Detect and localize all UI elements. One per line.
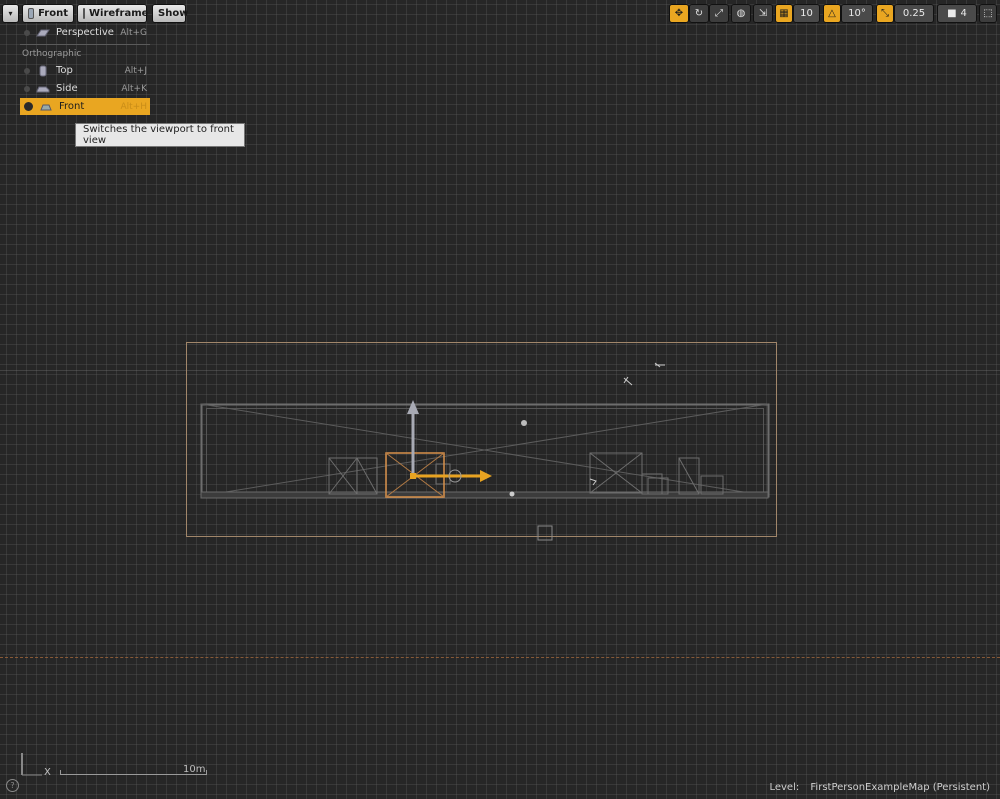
scale-tool-button[interactable]: ⤢ — [709, 4, 729, 23]
surface-snap-button[interactable]: ⇲ — [753, 4, 773, 23]
view-mode-button[interactable]: Front — [22, 4, 74, 23]
perspective-icon — [36, 28, 50, 37]
menu-section-header: Orthographic — [22, 49, 82, 59]
translate-tool-button[interactable]: ✥ — [669, 4, 689, 23]
move-icon: ✥ — [674, 8, 684, 19]
menu-item-label: Perspective — [56, 27, 114, 38]
maximize-viewport-button[interactable]: ⬚ — [979, 4, 997, 23]
chevron-down-icon: ▾ — [8, 9, 13, 18]
scale-bar-label: 10m — [183, 764, 206, 775]
scale-snap-toggle[interactable]: ⤡ — [876, 4, 894, 23]
rotation-snap-value[interactable]: 10° — [841, 4, 873, 23]
menu-item-label: Front — [59, 101, 85, 112]
scale-snap-value-text: 0.25 — [902, 8, 926, 19]
world-local-toggle[interactable]: ◍ — [731, 4, 751, 23]
grid-snap-toggle[interactable]: ▦ — [775, 4, 793, 23]
radio-dot — [24, 29, 30, 36]
radio-dot — [24, 85, 30, 92]
globe-icon: ◍ — [736, 8, 746, 19]
menu-item-top[interactable]: Top Alt+J — [20, 62, 150, 79]
menu-item-label: Top — [56, 65, 73, 76]
wireframe-icon — [83, 8, 85, 19]
rotation-snap-value-text: 10° — [848, 8, 866, 19]
menu-divider — [20, 44, 150, 45]
rotation-snap-toggle[interactable]: △ — [823, 4, 841, 23]
show-button[interactable]: Show — [152, 4, 189, 23]
camera-icon: ■ — [947, 8, 957, 19]
menu-item-shortcut: Alt+K — [121, 83, 147, 94]
help-icon[interactable]: ? — [6, 779, 19, 792]
show-label: Show — [158, 8, 189, 19]
axis-x-label: X — [44, 767, 51, 778]
camera-speed-button[interactable]: ■ 4 — [937, 4, 977, 23]
axis-indicator — [21, 753, 42, 776]
radio-dot-selected — [24, 102, 33, 111]
menu-item-perspective[interactable]: Perspective Alt+G — [20, 24, 150, 41]
level-name: FirstPersonExampleMap (Persistent) — [810, 782, 990, 793]
level-label: Level: — [769, 782, 800, 793]
radio-dot — [24, 67, 30, 74]
maximize-icon: ⬚ — [983, 8, 993, 19]
menu-item-shortcut: Alt+J — [124, 65, 147, 76]
view-mode-label: Front — [38, 8, 68, 19]
side-view-icon — [36, 84, 50, 93]
front-view-icon — [28, 8, 35, 19]
render-mode-label: Wireframe — [89, 8, 149, 19]
scene-wireframe[interactable] — [0, 0, 1000, 799]
front-view-icon — [39, 102, 53, 111]
scale-icon: ⤢ — [715, 8, 723, 19]
rotate-icon: ↻ — [694, 8, 704, 19]
menu-item-shortcut: Alt+G — [120, 27, 147, 38]
angle-icon: △ — [828, 8, 836, 19]
tooltip: Switches the viewport to front view — [75, 123, 245, 147]
menu-item-label: Side — [56, 83, 78, 94]
menu-item-side[interactable]: Side Alt+K — [20, 80, 150, 97]
level-status: Level: FirstPersonExampleMap (Persistent… — [769, 782, 990, 793]
menu-item-front[interactable]: Front Alt+H — [20, 98, 150, 115]
render-mode-button[interactable]: Wireframe — [77, 4, 149, 23]
menu-item-shortcut: Alt+H — [120, 101, 148, 112]
surface-snap-icon: ⇲ — [758, 8, 768, 19]
grid-icon: ▦ — [779, 8, 789, 19]
top-view-icon — [36, 65, 50, 76]
grid-snap-value-text: 10 — [800, 8, 813, 19]
camera-speed-value: 4 — [960, 8, 967, 19]
viewport-options-button[interactable]: ▾ — [2, 4, 19, 23]
rotate-tool-button[interactable]: ↻ — [689, 4, 709, 23]
grid-snap-value[interactable]: 10 — [793, 4, 820, 23]
scale-snap-value[interactable]: 0.25 — [894, 4, 934, 23]
scale-snap-icon: ⤡ — [881, 8, 889, 19]
view-mode-menu: Perspective Alt+G Orthographic Top Alt+J… — [20, 24, 151, 118]
